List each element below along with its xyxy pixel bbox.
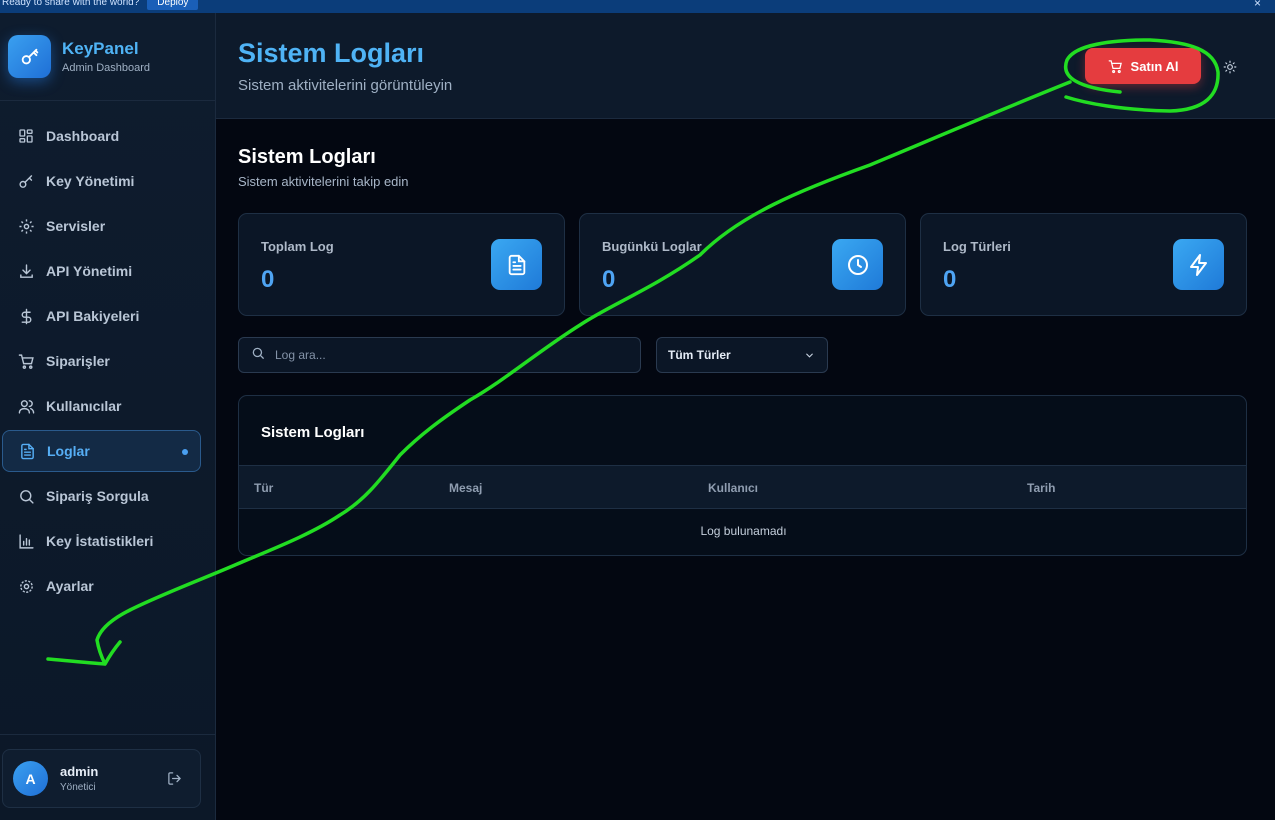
sidebar-item-label: API Bakiyeleri bbox=[46, 308, 140, 324]
stat-value: 0 bbox=[261, 266, 275, 293]
logout-icon[interactable] bbox=[167, 771, 182, 791]
lightning-icon bbox=[1173, 239, 1224, 290]
search-icon bbox=[17, 487, 35, 505]
sidebar-item-label: Ayarlar bbox=[46, 578, 94, 594]
document-icon bbox=[491, 239, 542, 290]
sidebar-item-key-stats[interactable]: Key İstatistikleri bbox=[2, 520, 201, 562]
column-header-type[interactable]: Tür bbox=[254, 481, 273, 495]
stat-card-today-logs: Bugünkü Loglar 0 bbox=[579, 213, 906, 316]
page-title: Sistem Logları bbox=[238, 38, 425, 68]
sidebar-item-key-management[interactable]: Key Yönetimi bbox=[2, 160, 201, 202]
user-name: admin bbox=[60, 764, 99, 779]
users-icon bbox=[17, 397, 35, 415]
filter-selected-value: Tüm Türler bbox=[668, 348, 731, 362]
section-subtitle: Sistem aktivitelerini takip edin bbox=[238, 174, 409, 189]
dashboard-icon bbox=[17, 127, 35, 145]
file-icon bbox=[18, 442, 36, 460]
close-icon[interactable]: × bbox=[1254, 0, 1261, 10]
stat-label: Toplam Log bbox=[261, 239, 334, 254]
sidebar-item-label: Kullanıcılar bbox=[46, 398, 122, 414]
sidebar-divider bbox=[0, 734, 215, 735]
search-input[interactable] bbox=[275, 348, 615, 362]
section-title: Sistem Logları bbox=[238, 146, 376, 168]
brand-title: KeyPanel bbox=[62, 39, 139, 58]
brand-subtitle: Admin Dashboard bbox=[62, 62, 151, 74]
logs-table-card: Sistem Logları Tür Mesaj Kullanıcı Tarih… bbox=[238, 395, 1247, 556]
buy-button[interactable]: Satın Al bbox=[1085, 48, 1201, 84]
clock-icon bbox=[832, 239, 883, 290]
search-icon bbox=[251, 346, 265, 365]
sidebar-item-logs[interactable]: Loglar bbox=[2, 430, 201, 472]
chevron-down-icon bbox=[804, 350, 815, 364]
gear-icon bbox=[17, 217, 35, 235]
avatar: A bbox=[13, 761, 48, 796]
theme-toggle-sun-icon[interactable] bbox=[1221, 58, 1239, 76]
sidebar-item-settings[interactable]: Ayarlar bbox=[2, 565, 201, 607]
sidebar-nav: Dashboard Key Yönetimi Servisler API Yön… bbox=[0, 101, 215, 607]
empty-state-message: Log bulunamadı bbox=[700, 524, 787, 538]
table-title: Sistem Logları bbox=[261, 424, 365, 441]
brand[interactable]: KeyPanel Admin Dashboard bbox=[0, 13, 215, 101]
notification-message: Ready to share with the world? bbox=[2, 0, 140, 8]
sidebar-item-label: Siparişler bbox=[46, 353, 110, 369]
top-notification-bar: Ready to share with the world? Deploy × bbox=[0, 0, 1275, 13]
sidebar-item-orders[interactable]: Siparişler bbox=[2, 340, 201, 382]
stat-label: Bugünkü Loglar bbox=[602, 239, 702, 254]
log-type-filter[interactable]: Tüm Türler bbox=[656, 337, 828, 373]
deploy-button[interactable]: Deploy bbox=[147, 0, 199, 10]
sidebar-item-label: Key İstatistikleri bbox=[46, 533, 154, 549]
buy-button-label: Satın Al bbox=[1130, 58, 1179, 74]
sidebar-item-label: Key Yönetimi bbox=[46, 173, 135, 189]
user-profile[interactable]: A admin Yönetici bbox=[2, 749, 201, 808]
stat-card-log-types: Log Türleri 0 bbox=[920, 213, 1247, 316]
dollar-icon bbox=[17, 307, 35, 325]
sidebar: KeyPanel Admin Dashboard Dashboard Key Y… bbox=[0, 13, 216, 820]
user-role: Yönetici bbox=[60, 782, 96, 793]
cog-icon bbox=[17, 577, 35, 595]
stat-card-total-logs: Toplam Log 0 bbox=[238, 213, 565, 316]
sidebar-item-services[interactable]: Servisler bbox=[2, 205, 201, 247]
bar-chart-icon bbox=[17, 532, 35, 550]
column-header-user[interactable]: Kullanıcı bbox=[708, 481, 758, 495]
sidebar-item-api-management[interactable]: API Yönetimi bbox=[2, 250, 201, 292]
download-icon bbox=[17, 262, 35, 280]
sidebar-item-label: Loglar bbox=[47, 443, 90, 459]
column-header-message[interactable]: Mesaj bbox=[449, 481, 482, 495]
column-header-date[interactable]: Tarih bbox=[1027, 481, 1055, 495]
key-icon bbox=[8, 35, 51, 78]
sidebar-item-label: Sipariş Sorgula bbox=[46, 488, 149, 504]
cart-icon bbox=[17, 352, 35, 370]
log-search[interactable] bbox=[238, 337, 641, 373]
sidebar-item-label: Servisler bbox=[46, 218, 106, 234]
sidebar-item-users[interactable]: Kullanıcılar bbox=[2, 385, 201, 427]
page-subtitle: Sistem aktivitelerini görüntüleyin bbox=[238, 77, 453, 94]
stat-label: Log Türleri bbox=[943, 239, 1011, 254]
sidebar-item-order-query[interactable]: Sipariş Sorgula bbox=[2, 475, 201, 517]
page-header: Sistem Logları Sistem aktivitelerini gör… bbox=[216, 13, 1275, 119]
stat-value: 0 bbox=[943, 266, 957, 293]
sidebar-item-label: API Yönetimi bbox=[46, 263, 133, 279]
stat-cards: Toplam Log 0 Bugünkü Loglar 0 Log Türler… bbox=[238, 213, 1247, 316]
key-icon bbox=[17, 172, 35, 190]
sidebar-item-label: Dashboard bbox=[46, 128, 120, 144]
sidebar-item-dashboard[interactable]: Dashboard bbox=[2, 115, 201, 157]
stat-value: 0 bbox=[602, 266, 616, 293]
cart-icon bbox=[1108, 59, 1123, 74]
table-header: Tür Mesaj Kullanıcı Tarih bbox=[239, 465, 1246, 509]
active-indicator bbox=[182, 449, 188, 455]
sidebar-item-api-balances[interactable]: API Bakiyeleri bbox=[2, 295, 201, 337]
